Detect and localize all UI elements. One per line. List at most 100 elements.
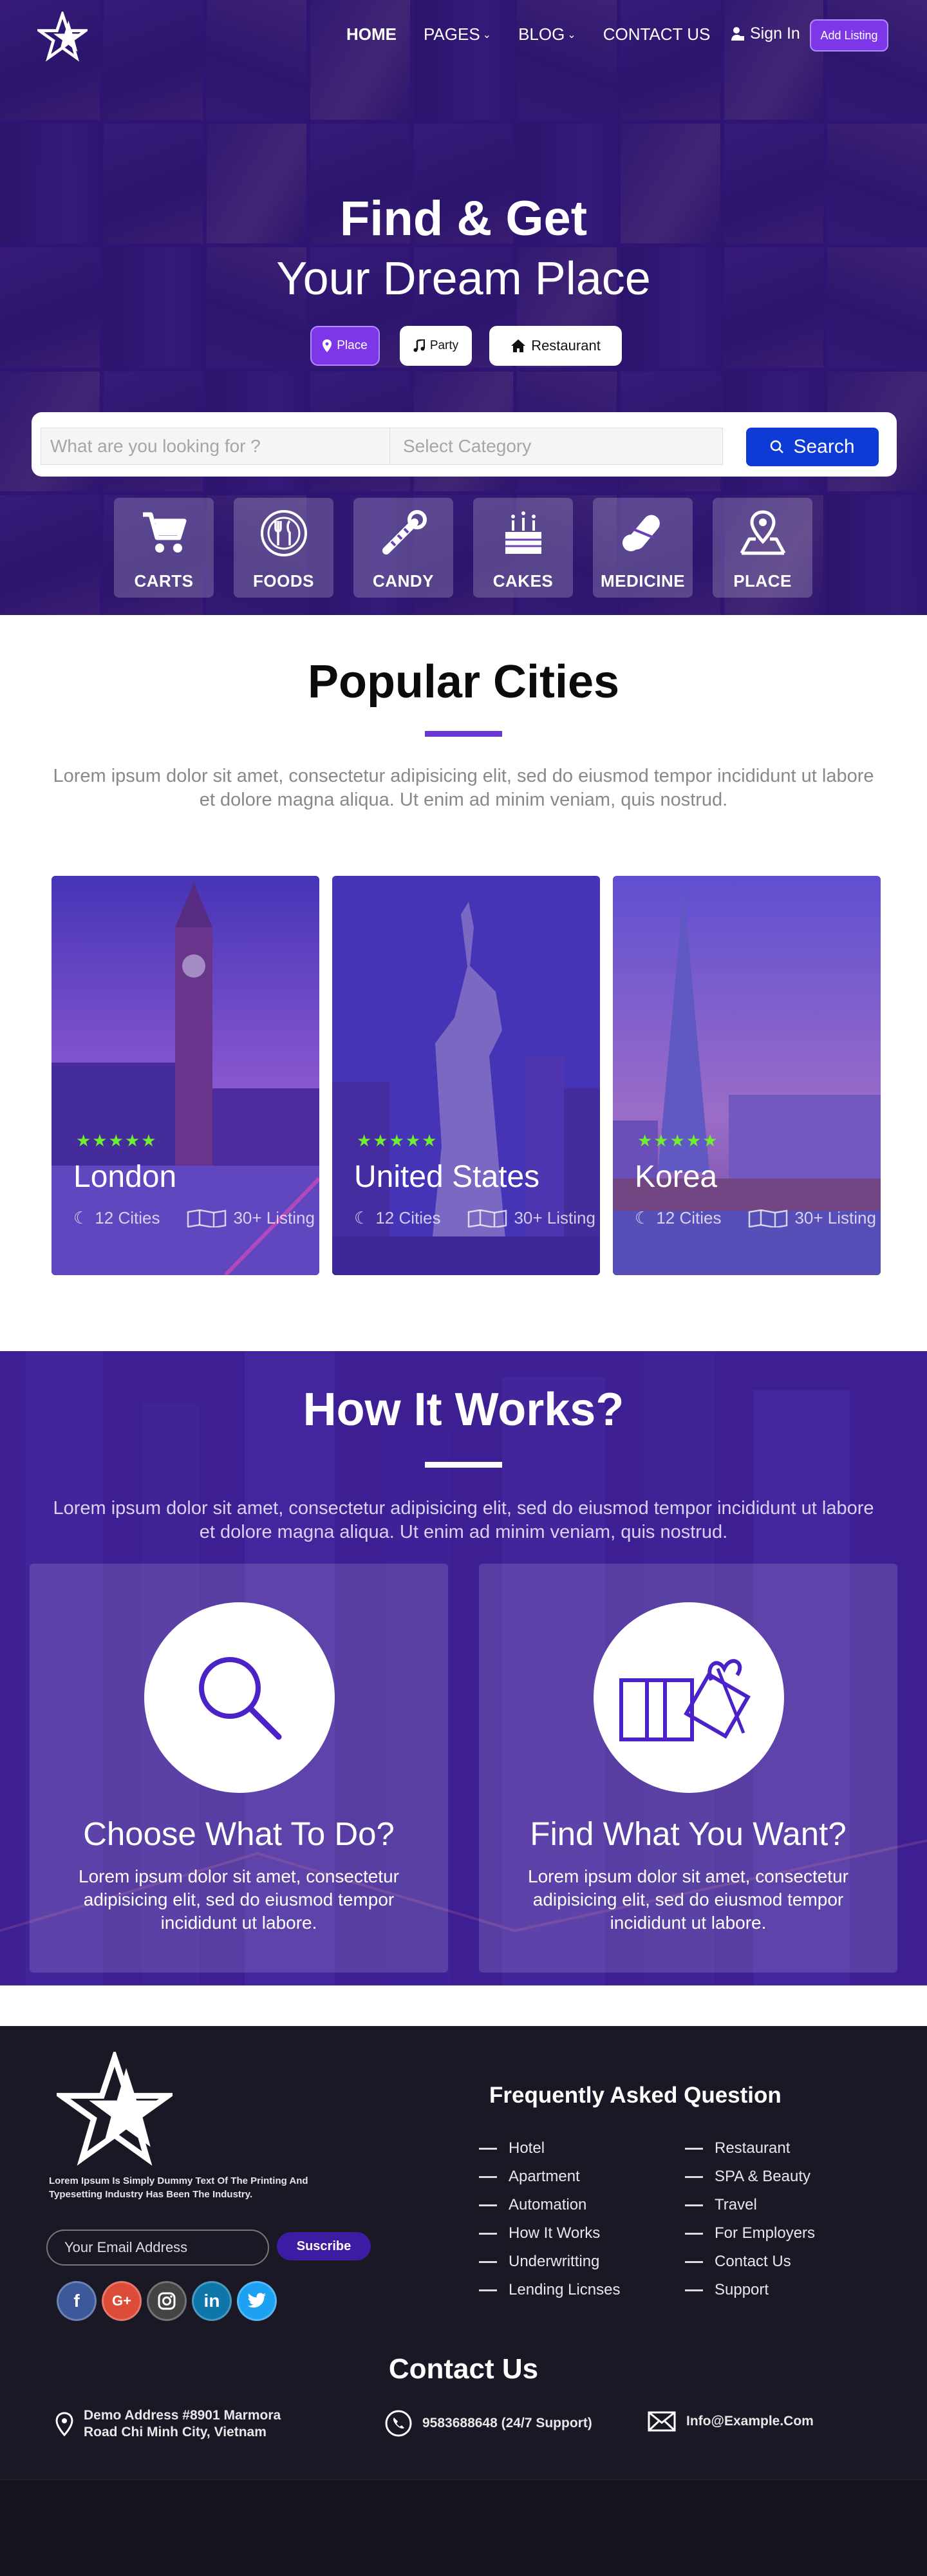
chip-place-label: Place <box>337 339 368 352</box>
nav-blog[interactable]: BLOG ⌄ <box>518 24 576 44</box>
linkedin-icon[interactable]: in <box>192 2281 232 2321</box>
chip-restaurant[interactable]: Restaurant <box>489 326 622 366</box>
top-navbar: HOME PAGES ⌄ BLOG ⌄ CONTACT US Sign In Add… <box>0 0 927 71</box>
nav-home[interactable]: HOME <box>346 24 397 44</box>
category-carts-label: CARTS <box>134 571 194 591</box>
candy-icon <box>382 510 427 554</box>
pills-icon <box>622 515 660 551</box>
home-icon <box>511 339 526 352</box>
sign-in-link[interactable]: Sign In <box>731 24 800 43</box>
birthday-cake-icon <box>505 511 541 554</box>
faq-link[interactable]: Apartment <box>479 2163 620 2191</box>
how-card-find: Find What You Want? Lorem ipsum dolor si… <box>479 1564 897 1973</box>
popular-cities-description: Lorem ipsum dolor sit amet, consectetur … <box>53 766 874 810</box>
nav-home-label: HOME <box>346 24 397 44</box>
faq-link[interactable]: Automation <box>479 2191 620 2219</box>
user-lock-icon <box>731 26 744 41</box>
listing-count: 30+ Listing <box>233 1208 315 1227</box>
faq-column-left: Hotel Apartment Automation How It Works … <box>479 2134 620 2304</box>
contact-email[interactable]: Info@Example.Com <box>648 2411 814 2432</box>
how-card-title: Find What You Want? <box>530 1815 847 1852</box>
chip-party-label: Party <box>429 339 459 352</box>
how-card-title: Choose What To Do? <box>83 1815 395 1852</box>
category-select[interactable]: Select Category <box>389 428 723 465</box>
nav-pages[interactable]: PAGES ⌄ <box>424 24 491 44</box>
star-logo-icon[interactable] <box>57 2052 173 2168</box>
category-medicine-label: MEDICINE <box>600 571 686 591</box>
star-logo-icon[interactable] <box>37 12 88 62</box>
facebook-icon[interactable]: f <box>57 2281 97 2321</box>
twitter-icon[interactable] <box>237 2281 277 2321</box>
music-note-icon <box>413 339 425 352</box>
category-place-label: PLACE <box>733 571 792 591</box>
city-card-korea[interactable]: ★★★★★ Korea ☾ 12 Cities 30+ Listing <box>613 876 881 1275</box>
rating-stars-icon: ★★★★★ <box>637 1131 719 1150</box>
faq-link[interactable]: Contact Us <box>685 2248 815 2276</box>
city-name: London <box>73 1160 177 1194</box>
faq-link[interactable]: Support <box>685 2276 815 2304</box>
main-menu: HOME PAGES ⌄ BLOG ⌄ CONTACT US <box>346 24 737 44</box>
newsletter-email-input[interactable] <box>46 2230 269 2266</box>
city-count: 12 Cities <box>656 1208 722 1227</box>
category-carts[interactable]: CARTS <box>114 498 214 598</box>
category-place[interactable]: PLACE <box>713 498 812 598</box>
phone-icon <box>385 2410 412 2437</box>
map-pin-icon <box>323 339 332 352</box>
faq-link[interactable]: Travel <box>685 2191 815 2219</box>
city-meta: ☾ 12 Cities 30+ Listing <box>73 1208 315 1228</box>
hero-subtitle: Your Dream Place <box>276 253 651 305</box>
category-foods-label: FOODS <box>253 571 314 591</box>
map-icon <box>749 1209 788 1227</box>
magnifying-glass-icon <box>199 1657 282 1740</box>
faq-link[interactable]: Hotel <box>479 2134 620 2163</box>
search-button[interactable]: Search <box>746 428 879 466</box>
faq-link[interactable]: SPA & Beauty <box>685 2163 815 2191</box>
listing-count: 30+ Listing <box>514 1208 595 1227</box>
chip-party[interactable]: Party <box>400 326 472 366</box>
how-card-choose: Choose What To Do? Lorem ipsum dolor sit… <box>30 1564 448 1973</box>
subscribe-button[interactable]: Suscribe <box>277 2232 371 2260</box>
contact-address: Demo Address #8901 Marmora Road Chi Minh … <box>55 2407 281 2441</box>
shopping-cart-icon <box>142 512 186 553</box>
category-candy[interactable]: CANDY <box>353 498 453 598</box>
city-count: 12 Cities <box>95 1208 160 1227</box>
category-cakes-label: CAKES <box>492 571 554 591</box>
gift-box-icon <box>619 1659 751 1741</box>
faq-title: Frequently Asked Question <box>489 2083 782 2108</box>
category-medicine[interactable]: MEDICINE <box>593 498 693 598</box>
instagram-icon[interactable] <box>147 2281 187 2321</box>
category-tiles: CARTS FOODS CANDY CAKES MEDICINE PLACE <box>114 498 822 598</box>
category-cakes[interactable]: CAKES <box>473 498 573 598</box>
search-input[interactable] <box>41 428 405 465</box>
faq-link[interactable]: How It Works <box>479 2219 620 2248</box>
how-card-text: Lorem ipsum dolor sit amet, consectetur … <box>79 1866 399 1933</box>
hero-title: Find & Get <box>339 191 588 246</box>
phone-number: 9583688648 (24/7 Support) <box>422 2416 592 2430</box>
chip-place[interactable]: Place <box>310 326 380 366</box>
city-card-london[interactable]: ★★★★★ London ☾ 12 Cities 30+ Listing <box>52 876 319 1275</box>
plate-cutlery-icon <box>260 510 307 556</box>
map-icon <box>468 1209 507 1227</box>
how-it-works-title: How It Works? <box>303 1384 624 1435</box>
rating-stars-icon: ★★★★★ <box>76 1131 158 1150</box>
chevron-down-icon: ⌄ <box>567 29 576 41</box>
hero-section: HOME PAGES ⌄ BLOG ⌄ CONTACT US Sign In Add… <box>0 0 927 615</box>
how-card-text: Lorem ipsum dolor sit amet, consectetur … <box>528 1866 848 1933</box>
city-card-united-states[interactable]: ★★★★★ United States ☾ 12 Cities 30+ Listi… <box>332 876 600 1275</box>
category-foods[interactable]: FOODS <box>234 498 333 598</box>
search-button-label: Search <box>793 436 855 457</box>
moon-icon: ☾ <box>73 1208 89 1227</box>
social-links: f G+ in <box>57 2281 277 2321</box>
city-name: Korea <box>635 1160 718 1194</box>
footer-bottom-bar <box>0 2479 927 2576</box>
faq-link[interactable]: For Employers <box>685 2219 815 2248</box>
faq-link[interactable]: Restaurant <box>685 2134 815 2163</box>
nav-contact[interactable]: CONTACT US <box>603 24 711 44</box>
map-icon <box>187 1209 227 1227</box>
add-listing-button[interactable]: Add Listing <box>810 19 888 52</box>
contact-phone[interactable]: 9583688648 (24/7 Support) <box>385 2410 592 2437</box>
faq-link[interactable]: Lending Licnses <box>479 2276 620 2304</box>
google-plus-icon[interactable]: G+ <box>102 2281 142 2321</box>
nav-pages-label: PAGES <box>424 24 480 44</box>
faq-link[interactable]: Underwritting <box>479 2248 620 2276</box>
